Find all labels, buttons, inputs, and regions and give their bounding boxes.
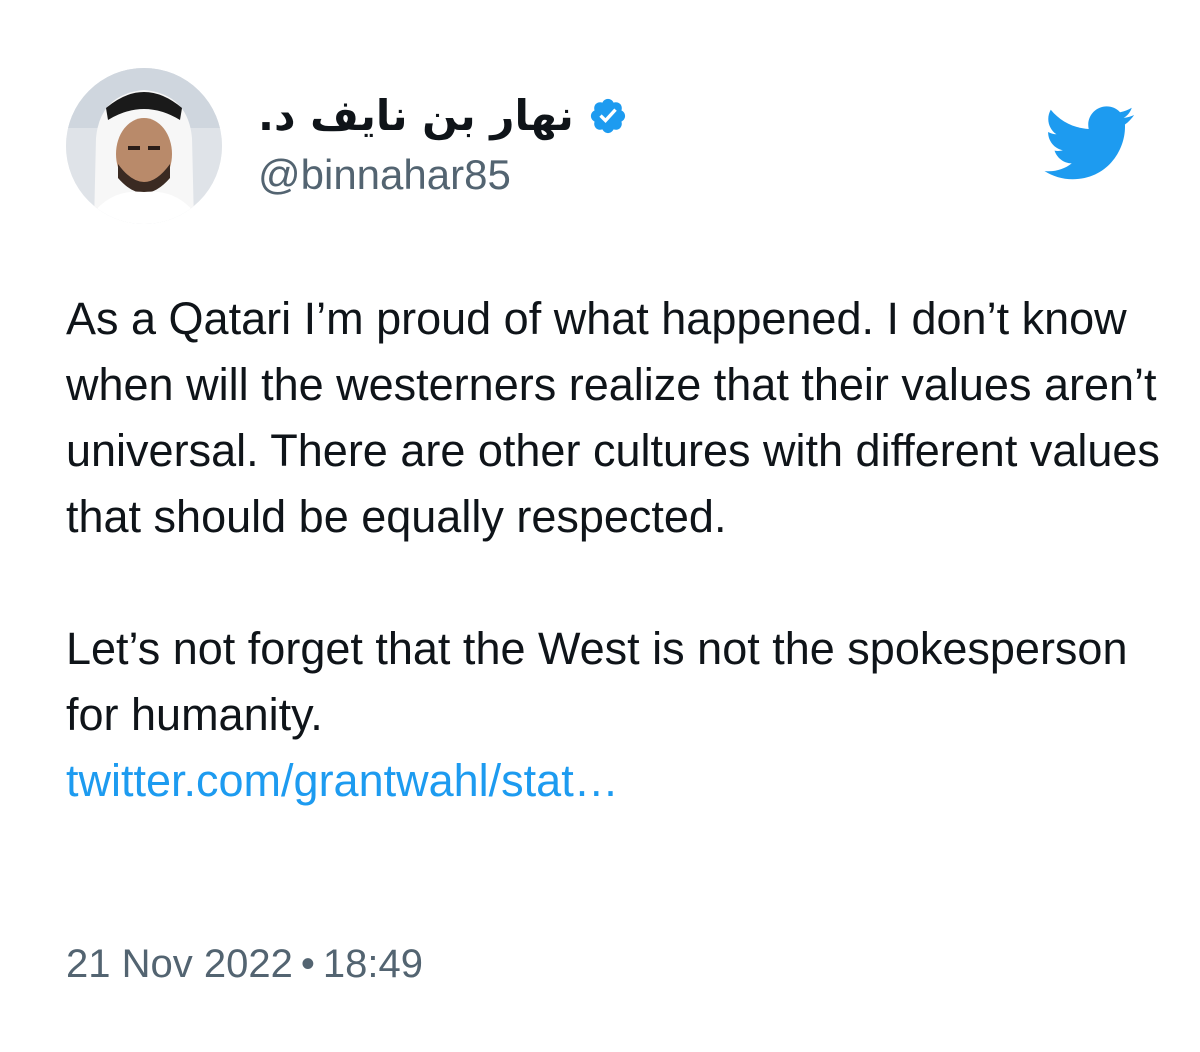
author-names: نهار بن نايف د. @binnahar85 xyxy=(258,86,628,200)
tweet-link[interactable]: twitter.com/grantwahl/stat… xyxy=(66,748,1176,814)
display-name[interactable]: نهار بن نايف د. xyxy=(258,86,574,146)
user-handle[interactable]: @binnahar85 xyxy=(258,150,628,200)
timestamp-separator: • xyxy=(300,942,315,986)
tweet-time: 18:49 xyxy=(322,942,423,986)
tweet-paragraph: Let’s not forget that the West is not th… xyxy=(66,623,1128,740)
avatar-image xyxy=(66,68,222,224)
avatar[interactable] xyxy=(66,68,222,224)
tweet-paragraph: As a Qatari I’m proud of what happened. … xyxy=(66,293,1160,542)
tweet-date: 21 Nov 2022 xyxy=(66,942,293,986)
tweet-timestamp[interactable]: 21 Nov 2022 • 18:49 xyxy=(66,936,423,992)
verified-badge-icon xyxy=(590,98,625,134)
tweet-card: نهار بن نايف د. @binnahar85 As a Qatari … xyxy=(0,0,1200,1052)
tweet-text: As a Qatari I’m proud of what happened. … xyxy=(66,286,1176,814)
twitter-bird-icon[interactable] xyxy=(1044,106,1136,182)
display-name-row[interactable]: نهار بن نايف د. xyxy=(258,86,628,146)
